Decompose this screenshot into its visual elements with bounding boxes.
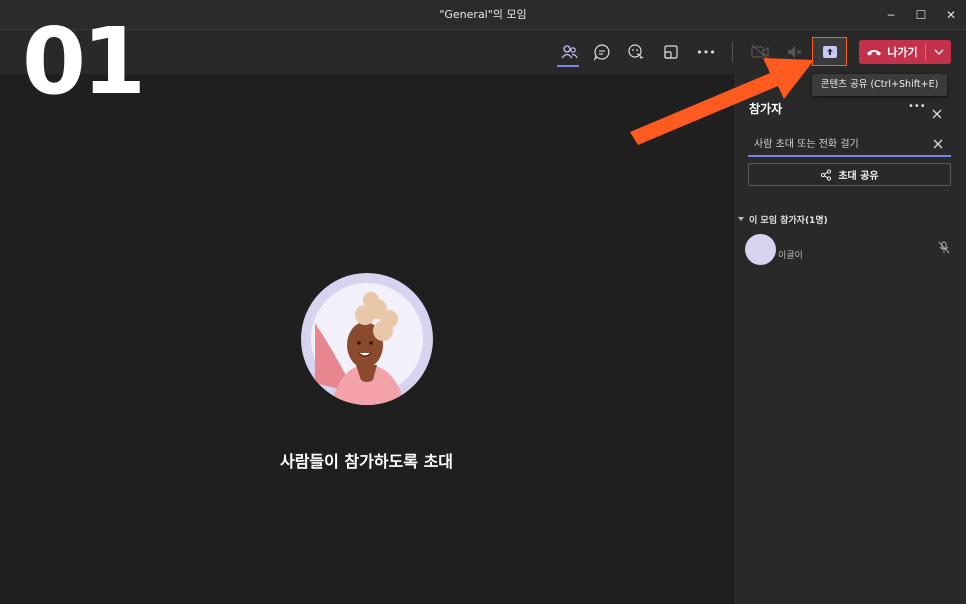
phone-hangup-icon (867, 50, 882, 56)
title-bar: "General"의 모임 ─ ☐ ✕ (0, 0, 966, 30)
panel-more-button[interactable]: ••• (908, 101, 926, 112)
minimize-icon: ─ (887, 8, 895, 22)
close-icon: ✕ (945, 8, 957, 22)
close-window-button[interactable]: ✕ (936, 0, 966, 30)
participant-name: 이골이 (778, 251, 803, 261)
chat-button[interactable] (588, 38, 616, 66)
leave-main[interactable]: 나가기 (859, 40, 925, 64)
more-icon: ••• (908, 101, 926, 112)
invite-illustration (301, 273, 433, 405)
leave-label: 나가기 (887, 46, 918, 59)
leave-options-button[interactable] (926, 40, 951, 64)
invite-people-message: 사람들이 참가하도록 초대 (279, 452, 454, 471)
active-tab-indicator (557, 65, 579, 67)
share-tooltip: 콘텐츠 공유 (Ctrl+Shift+E) (812, 74, 947, 96)
share-invite-button[interactable]: 초대 공유 (748, 163, 951, 186)
chat-icon (593, 44, 610, 61)
window-title: "General"의 모임 (439, 8, 527, 21)
maximize-button[interactable]: ☐ (906, 0, 936, 30)
section-label: 이 모임 참가자(1명) (749, 216, 828, 226)
mic-off-icon (938, 241, 950, 254)
leave-button[interactable]: 나가기 (859, 40, 951, 64)
avatar (745, 234, 776, 265)
caret-down-icon (738, 217, 744, 221)
minimize-button[interactable]: ─ (876, 0, 906, 30)
step-number-label: 01 (22, 8, 146, 115)
people-icon (561, 45, 578, 59)
person-illustration-icon (311, 283, 423, 405)
participants-section-header[interactable]: 이 모임 참가자(1명) (738, 213, 828, 226)
share-invite-label: 초대 공유 (838, 171, 879, 182)
clear-search-icon[interactable] (933, 139, 943, 149)
pointer-arrow-icon (630, 58, 814, 145)
share-icon (821, 168, 832, 181)
close-icon (932, 109, 942, 119)
chevron-down-icon (934, 49, 943, 55)
maximize-icon: ☐ (915, 8, 927, 22)
participants-button[interactable] (555, 38, 583, 66)
panel-close-button[interactable] (932, 104, 942, 123)
